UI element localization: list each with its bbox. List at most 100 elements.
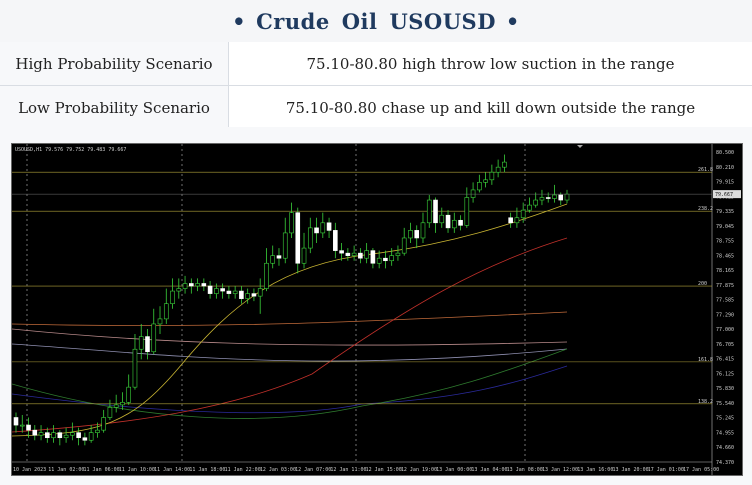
candle-body — [70, 432, 75, 436]
candle-body — [483, 179, 488, 183]
title-word-oil: Oil — [341, 8, 378, 34]
candle-body — [470, 189, 476, 198]
x-tick-label: 13 Jan 16:00 — [577, 467, 613, 473]
candle-body — [358, 252, 363, 259]
fib-level-label: 200 — [698, 281, 707, 287]
x-tick-label: 13 Jan 12:00 — [542, 467, 578, 473]
candle-body — [176, 288, 182, 292]
candle-body — [408, 230, 413, 239]
candle-body — [558, 194, 564, 201]
ma-slow-tan — [12, 328, 568, 346]
candle-body — [26, 424, 31, 431]
ma-green — [12, 348, 568, 419]
x-tick-label: 12 Jan 15:00 — [366, 467, 402, 473]
candle-body — [552, 194, 557, 199]
candle-body — [289, 212, 294, 234]
x-tick-label: 11 Jan 02:00 — [48, 467, 84, 473]
x-tick-label: 17 Jan 05:00 — [683, 467, 719, 473]
y-tick-label: 79.045 — [716, 224, 734, 230]
candle-body — [295, 212, 301, 264]
candle-body — [207, 285, 213, 294]
y-tick-label: 79.625 — [716, 194, 734, 200]
y-tick-label: 80.210 — [716, 165, 734, 171]
candle-body — [220, 288, 225, 292]
fib-level-label: 261.8 — [698, 167, 713, 173]
candle-body — [314, 227, 319, 234]
symbol-info: USOUSD,H1 79.576 79.752 79.483 79.667 — [15, 147, 126, 153]
candle-body — [533, 199, 538, 206]
candle-body — [264, 262, 269, 289]
y-tick-label: 74.955 — [716, 430, 734, 436]
candle-body — [145, 336, 150, 353]
candle-body — [88, 432, 94, 441]
title-word-crude: Crude — [256, 8, 330, 34]
candle-body — [57, 432, 63, 439]
table-row: High Probability Scenario 75.10-80.80 hi… — [0, 42, 752, 86]
candle-body — [301, 247, 307, 264]
x-tick-label: 11 Jan 10:00 — [119, 467, 155, 473]
y-tick-label: 77.585 — [716, 298, 734, 304]
ma-yellow — [12, 203, 568, 437]
ma-orange — [12, 311, 568, 327]
candle-body — [113, 404, 119, 408]
low-probability-text: 75.10-80.80 chase up and kill down outsi… — [228, 85, 752, 130]
candle-body — [63, 434, 69, 439]
candle-body — [107, 407, 113, 418]
candle-body — [477, 182, 482, 191]
x-tick-label: 10 Jan 2023 — [13, 467, 46, 473]
candle-body — [339, 250, 344, 254]
candle-body — [445, 214, 451, 229]
candlestick-chart: 261.8238.2200161.8138.279.66780.50080.21… — [12, 144, 741, 475]
candle-body — [251, 293, 257, 297]
y-tick-label: 76.415 — [716, 357, 734, 363]
candle-body — [495, 166, 501, 173]
ma-red — [12, 237, 568, 433]
y-tick-label: 79.915 — [716, 180, 734, 186]
x-tick-label: 12 Jan 19:00 — [401, 467, 437, 473]
x-tick-label: 13 Jan 00:00 — [436, 467, 472, 473]
candle-body — [157, 318, 163, 325]
candle-body — [364, 250, 369, 259]
y-tick-label: 77.875 — [716, 283, 734, 289]
candle-body — [138, 336, 144, 350]
high-probability-text: 75.10-80.80 high throw low suction in th… — [228, 42, 752, 86]
page-title: • Crude Oil USOUSD • — [0, 0, 752, 43]
x-tick-label: 12 Jan 03:00 — [260, 467, 296, 473]
y-tick-label: 80.500 — [716, 150, 734, 156]
y-tick-label: 77.000 — [716, 327, 734, 333]
chart-shift-marker — [577, 145, 583, 148]
candle-body — [151, 323, 157, 353]
y-tick-label: 76.705 — [716, 342, 734, 348]
y-tick-label: 76.125 — [716, 371, 734, 377]
y-tick-label: 79.335 — [716, 209, 734, 215]
y-tick-label: 78.465 — [716, 253, 734, 259]
y-tick-label: 74.370 — [716, 460, 734, 466]
y-tick-label: 78.755 — [716, 239, 734, 245]
x-tick-label: 11 Jan 06:00 — [84, 467, 120, 473]
title-bullet-left: • — [232, 8, 247, 34]
candle-body — [76, 432, 81, 439]
x-tick-label: 13 Jan 20:00 — [612, 467, 648, 473]
candle-body — [270, 255, 276, 264]
candle-body — [132, 348, 138, 388]
candle-body — [320, 222, 326, 234]
candle-body — [232, 290, 238, 294]
fib-level-label: 138.2 — [698, 399, 713, 405]
high-probability-label: High Probability Scenario — [0, 42, 229, 86]
candle-body — [395, 252, 401, 256]
x-tick-label: 13 Jan 08:00 — [507, 467, 543, 473]
chart-area: 261.8 238.2 200 161.8 138.2 79.667 80.500 80.21… — [0, 127, 752, 485]
candle-body — [239, 290, 244, 299]
x-tick-label: 11 Jan 22:00 — [225, 467, 261, 473]
candle-body — [257, 288, 263, 297]
x-tick-label: 12 Jan 11:00 — [330, 467, 366, 473]
candle-body — [502, 161, 507, 168]
x-tick-label: 11 Jan 18:00 — [189, 467, 225, 473]
candle-body — [383, 257, 388, 262]
scenario-table: High Probability Scenario 75.10-80.80 hi… — [0, 42, 752, 130]
candle-body — [189, 283, 194, 287]
candle-body — [433, 199, 438, 224]
price-chart[interactable]: 261.8 238.2 200 161.8 138.2 79.667 80.500 80.21… — [11, 143, 743, 476]
candle-body — [282, 232, 288, 259]
candle-body — [326, 222, 332, 231]
